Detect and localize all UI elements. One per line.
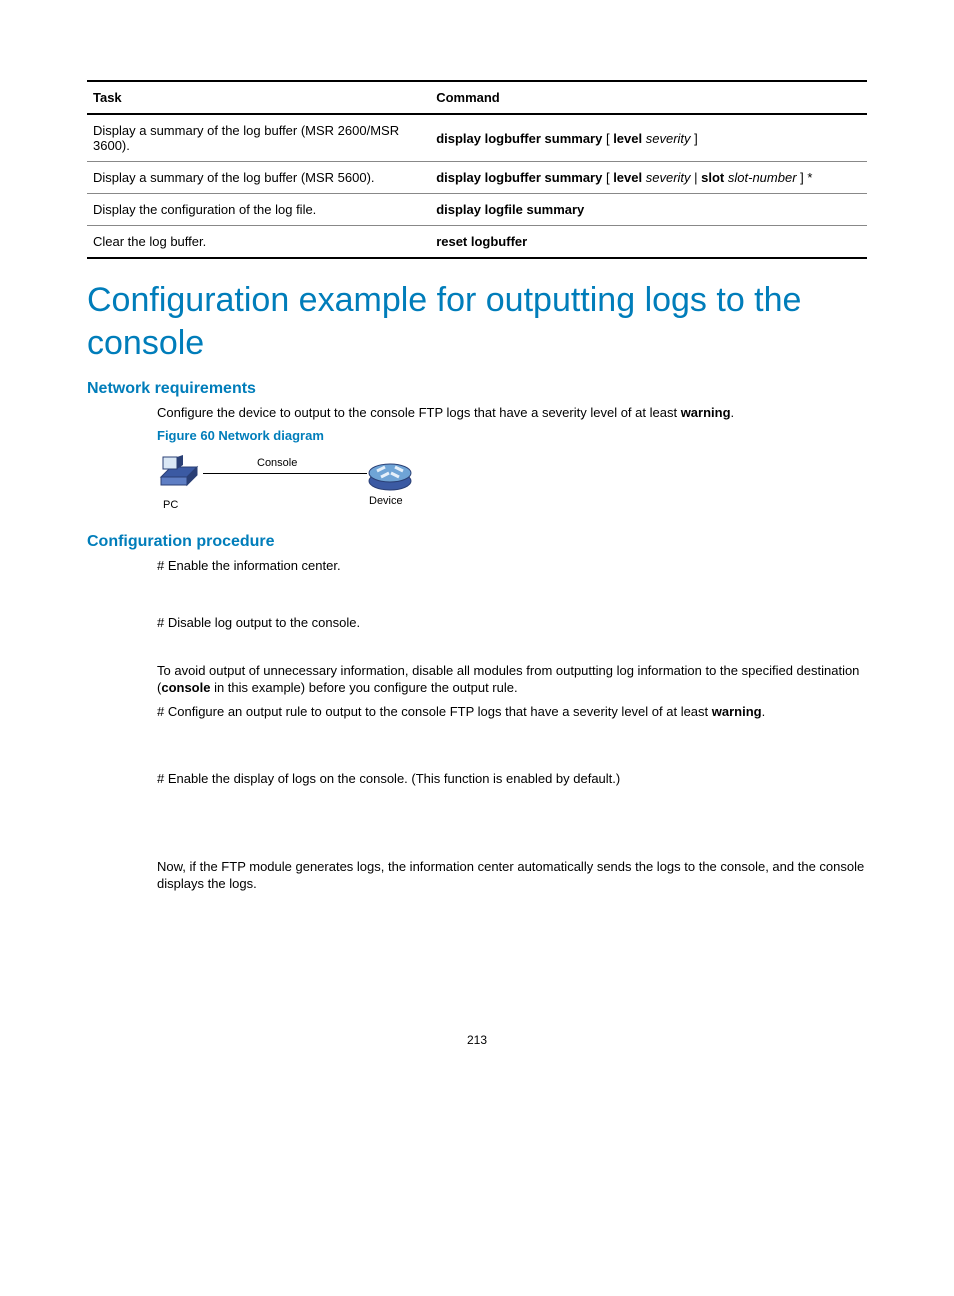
paragraph: # Disable log output to the console. [157,614,867,632]
paragraph: # Enable the display of logs on the cons… [157,770,867,788]
task-cell: Display the configuration of the log fil… [87,194,430,226]
table-row: Display a summary of the log buffer (MSR… [87,162,867,194]
command-cell: reset logbuffer [430,226,867,259]
text: in this example) before you configure th… [210,680,517,695]
section-heading-network-requirements: Network requirements [87,380,867,398]
pc-icon [157,455,203,495]
cmd-text: ] * [797,170,813,185]
text: . [731,405,735,420]
table-header-task: Task [87,81,430,114]
device-icon [367,457,413,491]
cmd-text: slot [701,170,724,185]
paragraph: # Configure an output rule to output to … [157,703,867,721]
command-cell: display logbuffer summary [ level severi… [430,114,867,162]
cmd-text: slot-number [728,170,797,185]
cmd-text: ] [691,131,698,146]
task-cell: Display a summary of the log buffer (MSR… [87,162,430,194]
text: Configure the device to output to the co… [157,405,681,420]
figure-caption: Figure 60 Network diagram [157,428,867,443]
command-table: Task Command Display a summary of the lo… [87,80,867,259]
table-row: Display the configuration of the log fil… [87,194,867,226]
table-row: Clear the log buffer. reset logbuffer [87,226,867,259]
table-row: Display a summary of the log buffer (MSR… [87,114,867,162]
text: # Configure an output rule to output to … [157,704,712,719]
cmd-text: severity [646,131,691,146]
text: warning [681,405,731,420]
text: . [762,704,766,719]
page-title: Configuration example for outputting log… [87,279,867,364]
page-number: 213 [87,1033,867,1047]
text: warning [712,704,762,719]
pc-label: PC [163,499,178,511]
link-line [203,473,367,474]
task-cell: Display a summary of the log buffer (MSR… [87,114,430,162]
cmd-text: display logbuffer summary [436,170,602,185]
text: console [161,680,210,695]
task-cell: Clear the log buffer. [87,226,430,259]
network-diagram: Console PC Device [157,447,417,517]
paragraph: To avoid output of unnecessary informati… [157,662,867,697]
cmd-text: | [691,170,702,185]
cmd-text: level [613,170,642,185]
command-cell: display logbuffer summary [ level severi… [430,162,867,194]
cmd-text: display logbuffer summary [436,131,602,146]
cmd-text: [ [602,131,613,146]
paragraph: Now, if the FTP module generates logs, t… [157,858,867,893]
paragraph: # Enable the information center. [157,557,867,575]
table-header-command: Command [430,81,867,114]
cmd-text: level [613,131,642,146]
cmd-text: [ [602,170,613,185]
command-cell: display logfile summary [430,194,867,226]
device-label: Device [369,495,403,507]
section-heading-configuration-procedure: Configuration procedure [87,533,867,551]
paragraph: Configure the device to output to the co… [157,404,867,422]
console-label: Console [257,457,297,469]
cmd-text: severity [646,170,691,185]
